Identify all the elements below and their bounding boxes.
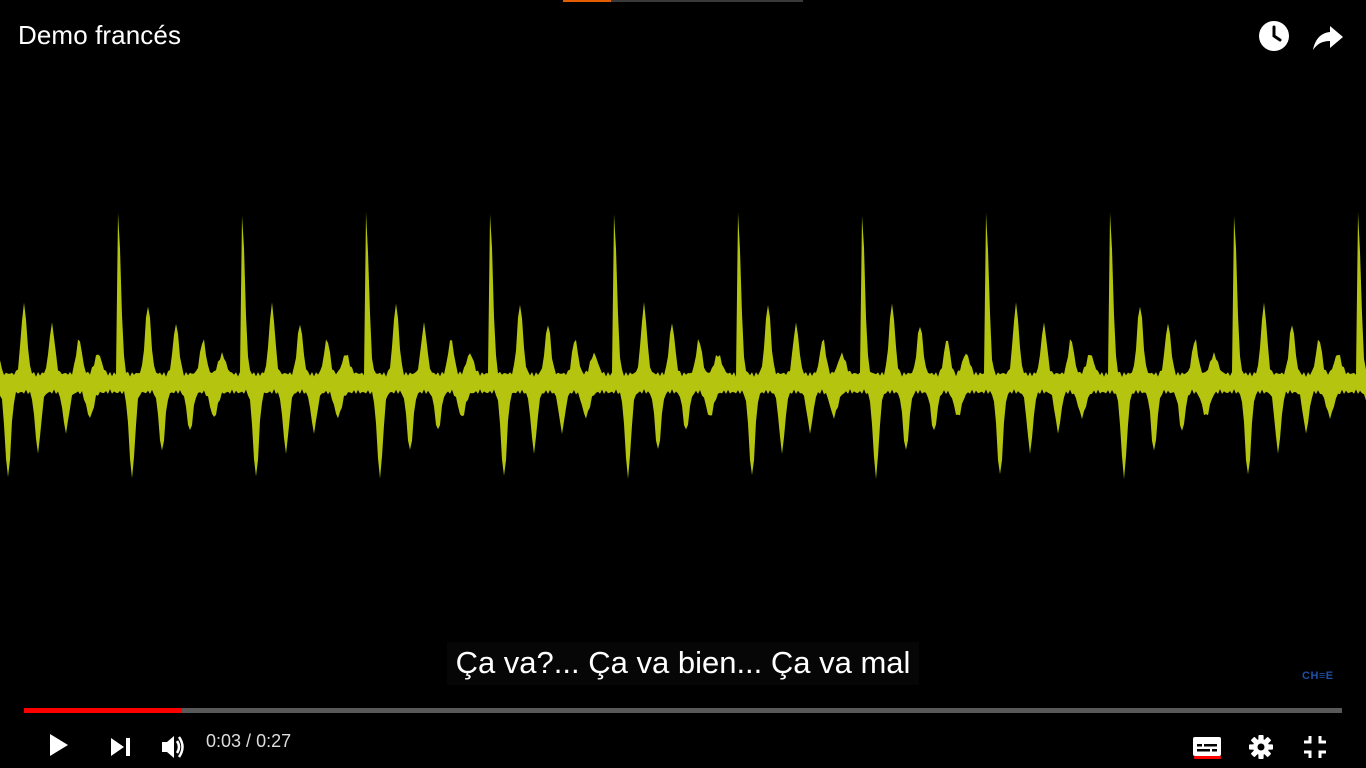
loading-strip [563, 0, 803, 2]
exit-fullscreen-icon[interactable] [1297, 724, 1333, 760]
progress-played [24, 708, 183, 713]
skip-next-icon[interactable] [102, 724, 138, 760]
time-separator: / [241, 731, 257, 751]
volume-icon[interactable] [155, 724, 191, 760]
waveform-shape [0, 212, 1366, 479]
current-time: 0:03 [206, 731, 242, 751]
play-icon[interactable] [40, 724, 76, 760]
control-bar: 0:03 / 0:27 [0, 718, 1366, 764]
channel-watermark[interactable]: CH≡E [1302, 670, 1334, 682]
progress-bar[interactable] [24, 708, 1342, 713]
time-display: 0:03 / 0:27 [206, 731, 291, 752]
captions-active-indicator [1194, 756, 1221, 759]
audio-waveform [0, 212, 1366, 479]
captions-icon[interactable] [1189, 724, 1225, 760]
video-title[interactable]: Demo francés [18, 20, 181, 51]
video-player[interactable]: Demo francés Ça va?... Ça va bien... Ça … [0, 0, 1366, 768]
duration: 0:27 [256, 731, 292, 751]
gear-icon[interactable] [1243, 724, 1279, 760]
share-arrow-icon[interactable] [1310, 18, 1346, 54]
caption-window: Ça va?... Ça va bien... Ça va mal [0, 642, 1366, 685]
caption-text: Ça va?... Ça va bien... Ça va mal [446, 642, 920, 685]
clock-icon[interactable] [1256, 18, 1292, 54]
